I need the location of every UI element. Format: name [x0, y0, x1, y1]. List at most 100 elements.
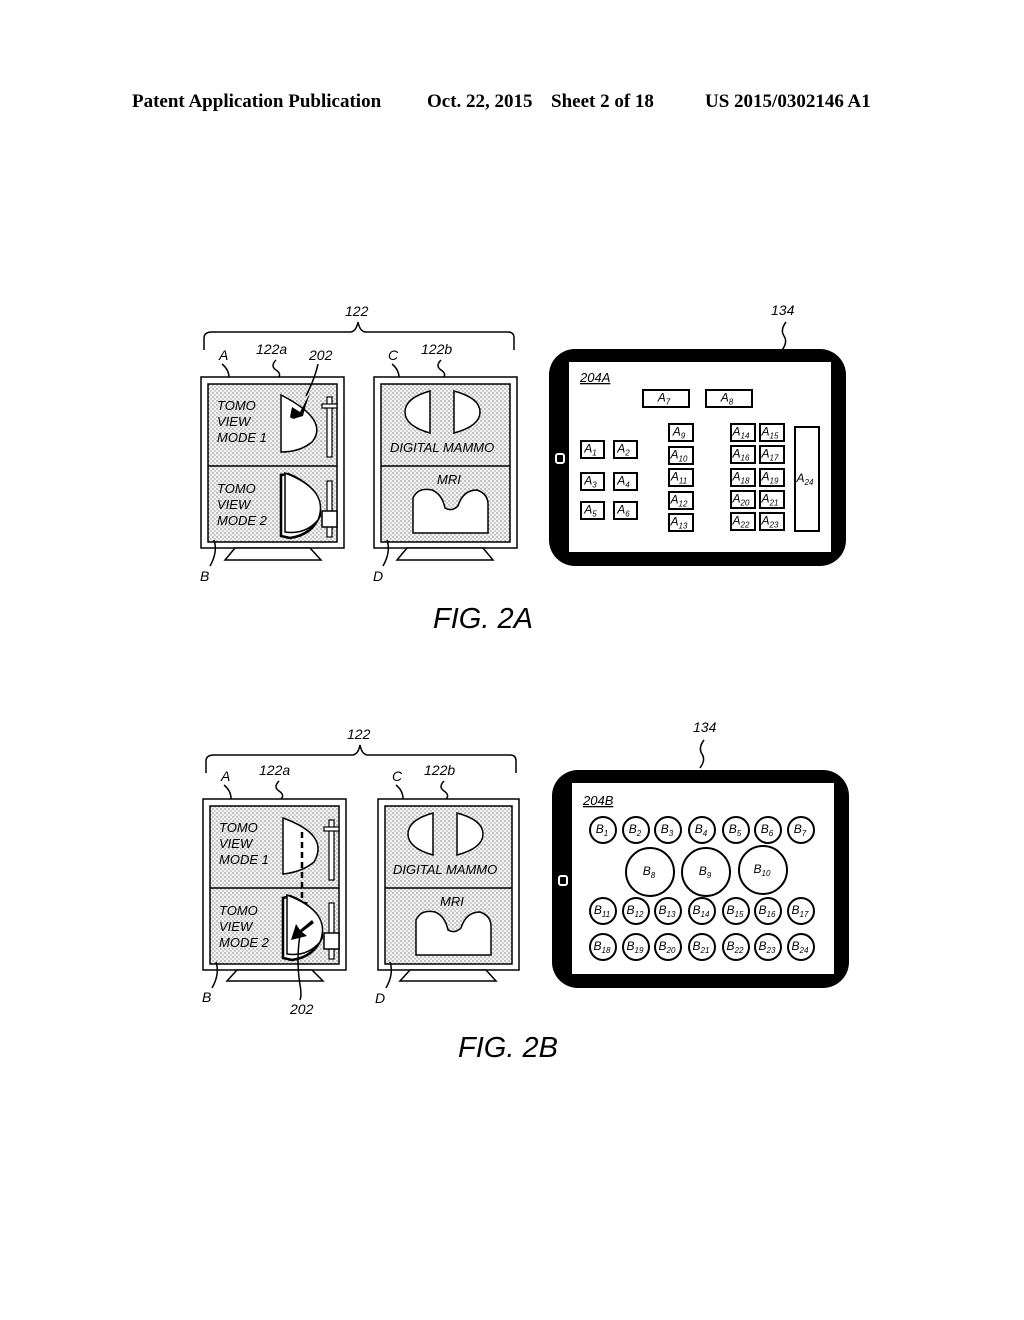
- layout-label-204a: 204A: [579, 370, 610, 385]
- tablet-button-b18[interactable]: B18: [589, 933, 617, 961]
- tablet-button-b13[interactable]: B13: [654, 897, 682, 925]
- page-header: Patent Application Publication Oct. 22, …: [132, 91, 871, 112]
- group-brace: [205, 744, 517, 773]
- ref-D: D: [373, 568, 383, 584]
- ref-B: B: [200, 568, 209, 584]
- ref-202: 202: [308, 347, 333, 363]
- tablet-button-a21[interactable]: A21: [759, 490, 785, 509]
- tablet-button-b20[interactable]: B20: [654, 933, 682, 961]
- monitor-stand: [225, 969, 325, 982]
- ref-B: B: [202, 989, 211, 1005]
- slice-slider-thumb-1[interactable]: [323, 826, 340, 832]
- tablet-button-b4[interactable]: B4: [688, 816, 716, 844]
- ref-A: A: [218, 347, 228, 363]
- pane-c-label: DIGITAL MAMMO: [393, 862, 497, 877]
- slice-slider-thumb-2[interactable]: [323, 932, 340, 950]
- tablet-button-a19[interactable]: A19: [759, 468, 785, 487]
- tablet-button-b23[interactable]: B23: [754, 933, 782, 961]
- leader-line: [699, 739, 705, 769]
- ref-122b: 122b: [424, 762, 455, 778]
- tablet-button-a6[interactable]: A6: [613, 501, 638, 520]
- sheet-number: Sheet 2 of 18: [551, 91, 654, 112]
- leader-line: [781, 321, 787, 351]
- tablet-button-b22[interactable]: B22: [722, 933, 750, 961]
- tablet-button-a20[interactable]: A20: [730, 490, 756, 509]
- publication-date: Oct. 22, 2015: [427, 91, 533, 112]
- pane-d-label: MRI: [437, 472, 461, 487]
- tablet-button-a18[interactable]: A18: [730, 468, 756, 487]
- tablet-button-a9[interactable]: A9: [668, 423, 694, 442]
- tablet-button-b8[interactable]: B8: [625, 847, 675, 897]
- leader-line: [275, 780, 284, 800]
- figure-caption: FIG. 2B: [458, 1032, 558, 1064]
- tablet-screen: [569, 362, 831, 552]
- ref-122: 122: [347, 726, 371, 742]
- tablet-button-a8[interactable]: A8: [705, 389, 753, 408]
- tablet-button-a16[interactable]: A16: [730, 445, 756, 464]
- ref-122: 122: [345, 303, 369, 319]
- tablet-button-b10[interactable]: B10: [738, 845, 788, 895]
- tablet-button-a4[interactable]: A4: [613, 472, 638, 491]
- leader-line: [437, 359, 446, 379]
- ref-122a: 122a: [256, 341, 287, 357]
- tablet-button-a10[interactable]: A10: [668, 446, 694, 465]
- leader-line: [440, 780, 449, 800]
- pane-c-label: DIGITAL MAMMO: [390, 440, 494, 455]
- ref-122b: 122b: [421, 341, 452, 357]
- leader-line: [272, 359, 281, 379]
- slice-slider-thumb-2[interactable]: [321, 510, 338, 528]
- tablet-134: 134 204B B1 B2 B3 B4 B5 B6 B7B8 B9 B10B11 B12 B13 B…: [552, 719, 849, 988]
- monitor-stand: [398, 969, 498, 982]
- tablet-button-a22[interactable]: A22: [730, 512, 756, 531]
- tablet-button-a24[interactable]: A24: [794, 426, 820, 532]
- tablet-button-b17[interactable]: B17: [787, 897, 815, 925]
- slice-slider-track-2[interactable]: [328, 902, 335, 960]
- ref-C: C: [392, 768, 403, 784]
- tablet-button-a17[interactable]: A17: [759, 445, 785, 464]
- tablet-button-b12[interactable]: B12: [622, 897, 650, 925]
- group-brace: [203, 321, 515, 350]
- tablet-button-b3[interactable]: B3: [654, 816, 682, 844]
- tablet-button-a14[interactable]: A14: [730, 423, 756, 442]
- publication-number: US 2015/0302146 A1: [705, 91, 871, 112]
- tablet-button-b2[interactable]: B2: [622, 816, 650, 844]
- tablet-button-b11[interactable]: B11: [589, 897, 617, 925]
- slice-slider-track-2[interactable]: [326, 480, 333, 538]
- tablet-button-a2[interactable]: A2: [613, 440, 638, 459]
- ref-134: 134: [771, 302, 795, 318]
- ref-202: 202: [289, 1001, 314, 1017]
- tablet-134: 134 204A A1 A2 A3 A4 A5 A6 A7 A8 A9 A10 A11 A12 A13 A…: [549, 302, 846, 566]
- ref-122a: 122a: [259, 762, 290, 778]
- tablet-button-b9[interactable]: B9: [681, 847, 731, 897]
- tablet-button-b16[interactable]: B16: [754, 897, 782, 925]
- patent-sheet: Patent Application Publication Oct. 22, …: [132, 91, 871, 1064]
- ref-C: C: [388, 347, 399, 363]
- tablet-button-a13[interactable]: A13: [668, 513, 694, 532]
- tablet-button-b19[interactable]: B19: [622, 933, 650, 961]
- monitor-122a: 122a A TOMO VIEW MODE 1 TOMO VIEW MODE 2: [202, 762, 347, 1017]
- figure-2b: 122 122a A TOMO VIEW MODE 1 TOMO VIEW MO…: [202, 719, 849, 1064]
- tablet-button-b6[interactable]: B6: [754, 816, 782, 844]
- tablet-button-b7[interactable]: B7: [787, 816, 815, 844]
- slice-slider-thumb-1[interactable]: [321, 403, 338, 409]
- tablet-button-b24[interactable]: B24: [787, 933, 815, 961]
- tablet-button-b5[interactable]: B5: [722, 816, 750, 844]
- layout-label-204b: 204B: [582, 793, 614, 808]
- tablet-button-b1[interactable]: B1: [589, 816, 617, 844]
- tablet-button-b15[interactable]: B15: [722, 897, 750, 925]
- tablet-button-a11[interactable]: A11: [668, 468, 694, 487]
- tablet-button-b21[interactable]: B21: [688, 933, 716, 961]
- tablet-button-b14[interactable]: B14: [688, 897, 716, 925]
- tablet-button-a7[interactable]: A7: [642, 389, 690, 408]
- monitor-stand: [395, 547, 495, 561]
- monitor-122b: 122b C DIGITAL MAMMO MRI D: [375, 762, 520, 1006]
- tablet-button-a1[interactable]: A1: [580, 440, 605, 459]
- monitor-stand: [223, 547, 323, 561]
- tablet-button-a3[interactable]: A3: [580, 472, 605, 491]
- tablet-button-a23[interactable]: A23: [759, 512, 785, 531]
- tablet-button-a15[interactable]: A15: [759, 423, 785, 442]
- monitor-122a: 122a A TOMO VIEW MODE 1 202 TOMO VIEW MO…: [200, 341, 345, 584]
- tablet-button-a5[interactable]: A5: [580, 501, 605, 520]
- tablet-button-a12[interactable]: A12: [668, 491, 694, 510]
- figure-2a: 122 122a A TOMO VIEW MODE 1 202 TOMO VIE…: [200, 302, 846, 635]
